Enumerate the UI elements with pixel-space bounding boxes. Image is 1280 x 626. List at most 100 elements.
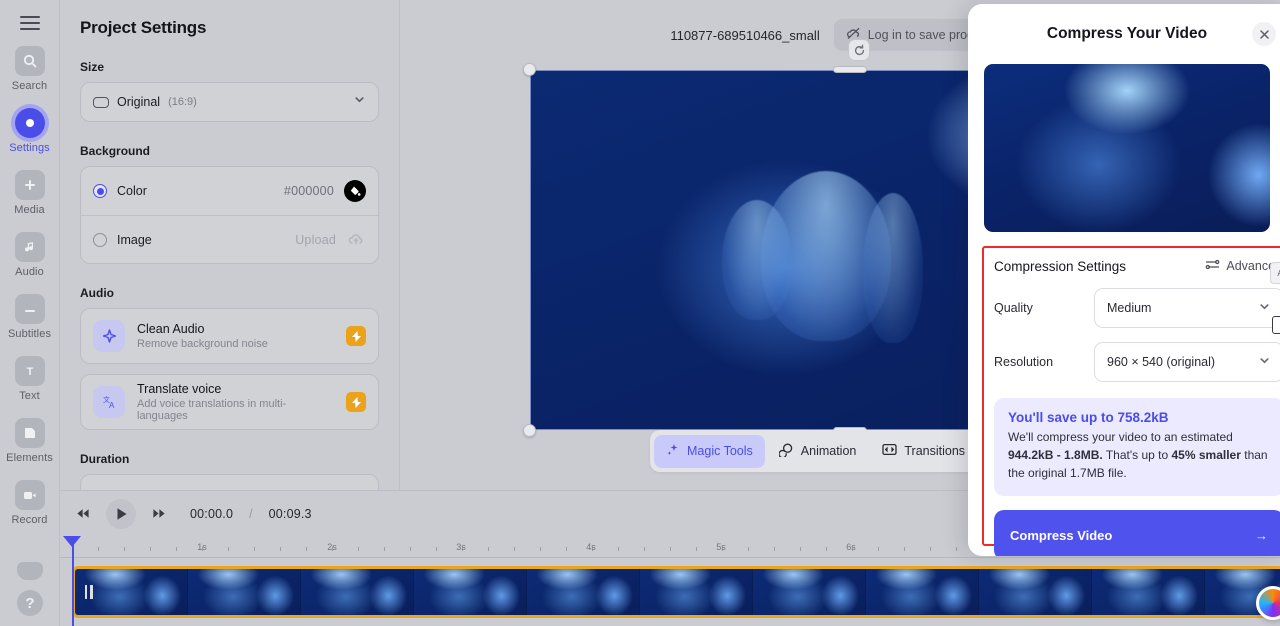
clip-thumbnail [753, 569, 866, 615]
resize-handle-top[interactable] [833, 66, 867, 73]
editor-app: Search Settings Media Audio Subtitles T … [0, 0, 1280, 626]
ruler-tick [176, 547, 177, 551]
ruler-tick [384, 547, 385, 551]
upload-cloud-icon[interactable] [346, 230, 366, 250]
ruler-tick [878, 547, 879, 551]
help-icon[interactable]: ? [17, 590, 43, 616]
compression-settings-title: Compression Settings [994, 258, 1127, 274]
feature-text: Translate voice Add voice translations i… [137, 382, 334, 422]
clip-thumbnail [414, 569, 527, 615]
tool-label: Magic Tools [687, 444, 753, 458]
radio-image[interactable] [93, 232, 107, 247]
tool-transitions[interactable]: Transitions [870, 435, 977, 467]
sidebar-label: Search [11, 80, 48, 92]
text-icon: T [14, 356, 45, 386]
compress-video-button[interactable]: Compress Video → [994, 510, 1280, 556]
ruler-tick [748, 547, 749, 551]
chevron-down-icon [353, 93, 366, 111]
ruler-tick [826, 547, 827, 551]
widget-square-icon[interactable] [1272, 316, 1280, 334]
ruler-tick [514, 547, 515, 551]
duration-card[interactable] [80, 474, 379, 490]
feature-text: Clean Audio Remove background noise [137, 322, 268, 350]
feature-translate-voice[interactable]: 文A Translate voice Add voice translation… [80, 374, 379, 430]
resize-handle-bottom-left[interactable] [523, 424, 536, 437]
sparkles-icon [666, 443, 680, 460]
tool-magic-tools[interactable]: Magic Tools [654, 434, 765, 468]
timeline-clip[interactable] [72, 566, 1280, 618]
savings-size-range: 944.2kB - 1.8MB. [1008, 447, 1103, 462]
background-color-row[interactable]: Color #000000 [81, 167, 378, 215]
search-icon [14, 46, 45, 76]
music-note-icon [14, 232, 45, 262]
modal-header: Compress Your Video [968, 4, 1280, 64]
clip-thumbnail [188, 569, 301, 615]
background-color-value: #000000 [283, 184, 334, 198]
sidebar-item-elements[interactable]: Elements [0, 418, 60, 464]
resolution-select[interactable]: 960 × 540 (original) [1094, 342, 1280, 382]
ruler-tick [306, 547, 307, 551]
arrow-right-icon: → [1255, 527, 1268, 543]
ruler-tick [280, 547, 281, 551]
resize-handle-top-left[interactable] [523, 63, 536, 76]
rotate-handle[interactable] [848, 39, 870, 61]
time-separator: / [249, 506, 253, 521]
rail-bottom-group: ? [0, 562, 60, 616]
audio-heading: Audio [80, 286, 114, 300]
sidebar-item-media[interactable]: Media [0, 170, 60, 216]
clip-grip-icon[interactable] [85, 585, 93, 599]
animation-orbit-icon [778, 442, 794, 460]
ruler-label: 4s [586, 542, 596, 552]
size-select[interactable]: Original (16:9) [80, 82, 379, 122]
plus-icon [14, 170, 45, 200]
sidebar-item-audio[interactable]: Audio [0, 232, 60, 278]
ruler-label: 2s [327, 542, 337, 552]
ruler-label: 1s [197, 542, 207, 552]
ruler-tick [228, 547, 229, 551]
bolt-icon [346, 326, 366, 346]
ruler-tick [670, 547, 671, 551]
timeline-track[interactable] [60, 558, 1280, 626]
current-time: 00:00.0 [190, 506, 234, 521]
ruler-tick [124, 547, 125, 551]
skip-back-icon[interactable] [70, 501, 96, 527]
elements-icon [14, 418, 45, 448]
translate-icon: 文A [93, 386, 125, 418]
resolution-label: Resolution [994, 355, 1054, 369]
feature-title: Clean Audio [137, 322, 205, 336]
sidebar-item-text[interactable]: T Text [0, 356, 60, 402]
tool-label: Transitions [904, 444, 966, 458]
sidebar-label: Text [19, 390, 40, 402]
widget-badge-icon[interactable]: A [1270, 262, 1280, 284]
sparkle-icon [93, 320, 125, 352]
ruler-tick [904, 547, 905, 551]
ruler-tick [956, 547, 957, 551]
radio-color[interactable] [93, 184, 107, 198]
hamburger-icon[interactable] [19, 16, 40, 30]
feature-clean-audio[interactable]: Clean Audio Remove background noise [80, 308, 379, 364]
sidebar-item-record[interactable]: Record [0, 480, 60, 526]
project-filename: 110877-689510466_small [670, 27, 820, 43]
sidebar-item-search[interactable]: Search [0, 46, 60, 92]
savings-percent: 45% smaller [1171, 447, 1241, 462]
play-icon[interactable] [106, 498, 136, 529]
svg-text:T: T [26, 366, 33, 378]
ruler-tick [254, 547, 255, 551]
sidebar-item-subtitles[interactable]: Subtitles [0, 294, 60, 340]
subtitles-icon [14, 294, 45, 324]
close-icon[interactable] [1252, 22, 1276, 46]
quality-select[interactable]: Medium [1094, 288, 1280, 328]
compress-button-label: Compress Video [1010, 527, 1113, 543]
background-image-row[interactable]: Image Upload [81, 215, 378, 263]
canvas-toolstrip: Magic Tools Animation Transitions [650, 430, 982, 472]
feedback-icon[interactable] [17, 562, 43, 580]
sidebar-item-settings[interactable]: Settings [0, 108, 60, 154]
color-picker-swatch[interactable] [344, 180, 366, 202]
advanced-button[interactable]: Advanced [1205, 258, 1280, 274]
ruler-tick [488, 547, 489, 551]
ruler-label: 5s [716, 542, 726, 552]
tool-animation[interactable]: Animation [767, 434, 869, 468]
resolution-value: 960 × 540 (original) [1107, 355, 1216, 369]
feature-subtitle: Remove background noise [137, 338, 268, 350]
skip-forward-icon[interactable] [146, 501, 172, 527]
